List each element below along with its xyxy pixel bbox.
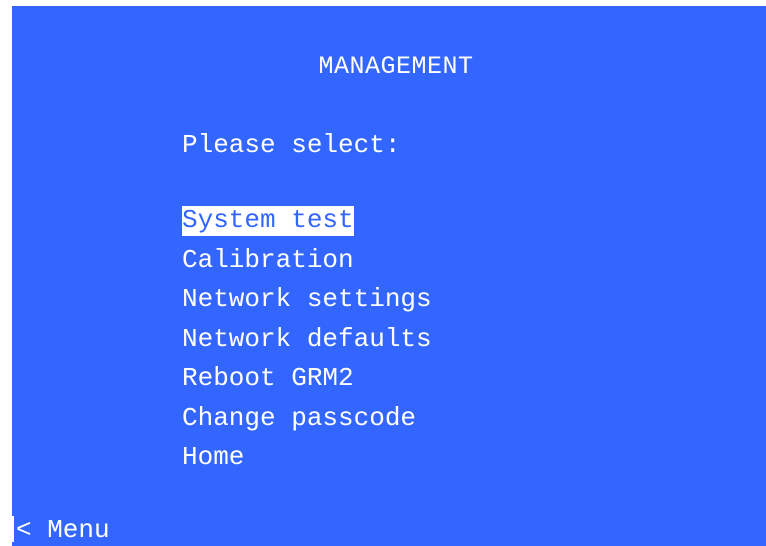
- management-screen: MANAGEMENT Please select: System test Ca…: [12, 6, 766, 546]
- back-cursor-marker: [12, 516, 14, 542]
- menu-item-label: Change passcode: [182, 402, 417, 433]
- menu-item-network-settings[interactable]: Network settings: [182, 285, 432, 325]
- back-to-menu-button[interactable]: < Menu: [16, 517, 110, 543]
- menu-item-label: Network defaults: [182, 323, 432, 354]
- menu-item-system-test[interactable]: System test: [182, 206, 432, 246]
- menu-item-network-defaults[interactable]: Network defaults: [182, 325, 432, 365]
- menu-item-label: Reboot GRM2: [182, 363, 354, 393]
- menu-item-calibration[interactable]: Calibration: [182, 246, 432, 286]
- menu-item-label: Network settings: [182, 284, 432, 314]
- menu-item-home[interactable]: Home: [182, 443, 432, 483]
- menu-item-label: Calibration: [182, 244, 354, 275]
- menu-item-reboot-grm2[interactable]: Reboot GRM2: [182, 364, 432, 404]
- select-prompt: Please select:: [182, 130, 401, 160]
- menu-item-label: System test: [182, 205, 354, 236]
- menu-item-label: Home: [182, 442, 245, 472]
- screen-title: MANAGEMENT: [318, 52, 474, 81]
- menu-item-change-passcode[interactable]: Change passcode: [182, 404, 432, 444]
- management-menu: System test Calibration Network settings…: [182, 206, 432, 483]
